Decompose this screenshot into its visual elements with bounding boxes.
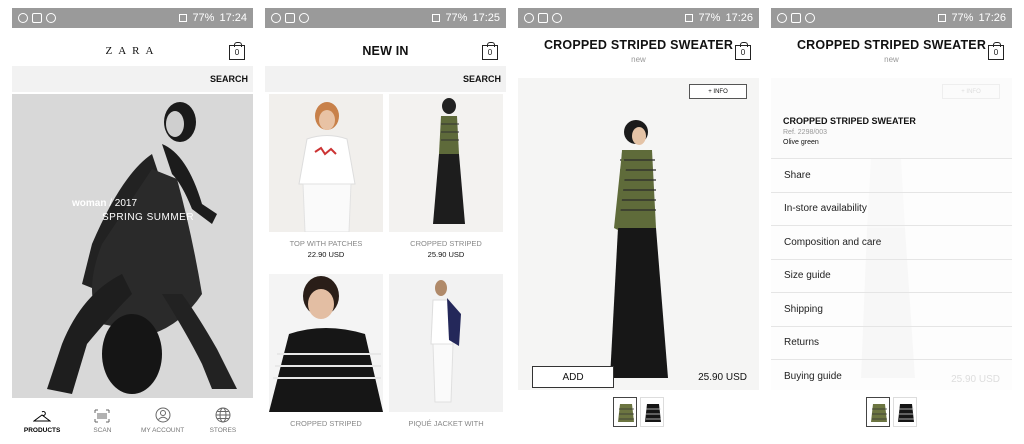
home-screen: 77% 17:24 ZARA 0 SEARCH woman / 2017 SPR… <box>12 8 253 436</box>
product-name: CROPPED STRIPED <box>410 239 482 248</box>
product-image[interactable] <box>269 274 383 412</box>
product-name: TOP WITH PATCHES <box>289 239 363 248</box>
search-bar[interactable]: SEARCH <box>265 66 506 92</box>
product-card[interactable]: CROPPED STRIPED <box>269 274 383 436</box>
app-header: CROPPED STRIPED SWEATER new 0 <box>771 28 1012 74</box>
product-card[interactable]: PIQUÉ JACKET WITH <box>389 274 503 436</box>
tab-bar: PRODUCTS SCAN MY ACCOUNT STORES <box>12 398 253 436</box>
menu-item-size-guide[interactable]: Size guide <box>771 258 1012 292</box>
tab-stores-label: STORES <box>209 427 237 434</box>
barcode-icon <box>94 409 110 423</box>
zara-logo[interactable]: ZARA <box>106 45 160 57</box>
new-in-screen: 77% 17:25 NEW IN 0 SEARCH TOP WITH PATCH… <box>265 8 506 436</box>
status-bar: 77% 17:26 <box>518 8 759 28</box>
color-swatches <box>518 397 759 427</box>
add-button[interactable]: ADD <box>532 366 614 388</box>
status-bar: 77% 17:24 <box>12 8 253 28</box>
product-info-screen: 77% 17:26 CROPPED STRIPED SWEATER new 0 … <box>771 8 1012 436</box>
signal-icon <box>432 14 441 22</box>
globe-icon <box>215 407 231 423</box>
product-color: Olive green <box>783 139 819 146</box>
status-bar: 77% 17:25 <box>265 8 506 28</box>
hero-season-line: woman / 2017 <box>72 198 137 209</box>
tab-stores[interactable]: STORES <box>193 398 253 436</box>
product-image[interactable] <box>518 78 759 390</box>
app-header: CROPPED STRIPED SWEATER new 0 <box>518 28 759 74</box>
menu-item-share[interactable]: Share <box>771 158 1012 192</box>
status-bar: 77% 17:26 <box>771 8 1012 28</box>
battery-level: 77% <box>192 12 215 24</box>
product-price: 25.90 USD <box>427 250 465 259</box>
hanger-icon <box>33 411 52 422</box>
swatch-olive[interactable] <box>866 397 890 427</box>
faded-price: 25.90 USD <box>951 374 1000 385</box>
page-title: CROPPED STRIPED SWEATER <box>796 38 987 52</box>
shopping-bag-icon[interactable]: 0 <box>229 42 245 60</box>
swatch-olive[interactable] <box>613 397 637 427</box>
hero-year: / 2017 <box>106 198 138 209</box>
tab-scan-label: SCAN <box>93 427 112 434</box>
product-card[interactable]: CROPPED STRIPED 25.90 USD <box>389 94 503 270</box>
tab-my-account[interactable]: MY ACCOUNT <box>133 398 193 436</box>
product-price: 25.90 USD <box>698 372 747 383</box>
hero-collection: SPRING SUMMER <box>102 212 195 223</box>
product-grid: TOP WITH PATCHES 22.90 USD CROPPED STRIP… <box>269 94 504 436</box>
clock: 17:26 <box>725 12 753 24</box>
new-badge: new <box>631 55 646 64</box>
hero-banner[interactable]: woman / 2017 SPRING SUMMER <box>12 94 253 398</box>
shopping-bag-icon[interactable]: 0 <box>482 42 498 60</box>
menu-item-returns[interactable]: Returns <box>771 325 1012 359</box>
page-title: CROPPED STRIPED SWEATER <box>543 38 734 52</box>
search-label[interactable]: SEARCH <box>463 74 501 84</box>
new-badge: new <box>884 55 899 64</box>
signal-icon <box>179 14 188 22</box>
hero-woman-label: woman <box>72 198 107 209</box>
menu-item-in-store-availability[interactable]: In-store availability <box>771 191 1012 225</box>
battery-level: 77% <box>951 12 974 24</box>
shopping-bag-icon[interactable]: 0 <box>735 42 751 60</box>
more-info-button[interactable]: + INFO <box>689 84 747 99</box>
product-price: 22.90 USD <box>307 250 345 259</box>
product-card[interactable]: TOP WITH PATCHES 22.90 USD <box>269 94 383 270</box>
product-reference: Ref. 2298/003 <box>783 129 827 136</box>
tab-my-account-label: MY ACCOUNT <box>141 427 185 434</box>
battery-level: 77% <box>698 12 721 24</box>
tab-products[interactable]: PRODUCTS <box>12 398 72 436</box>
signal-icon <box>938 14 947 22</box>
clock: 17:26 <box>978 12 1006 24</box>
product-image[interactable] <box>269 94 383 232</box>
page-title: NEW IN <box>362 44 409 58</box>
signal-icon <box>685 14 694 22</box>
tab-scan[interactable]: SCAN <box>72 398 132 436</box>
color-swatches <box>771 397 1012 427</box>
product-name: PIQUÉ JACKET WITH <box>408 419 484 428</box>
product-title: CROPPED STRIPED SWEATER <box>783 116 916 126</box>
account-icon <box>155 407 171 423</box>
search-bar[interactable]: SEARCH <box>12 66 253 92</box>
clock: 17:25 <box>472 12 500 24</box>
product-image[interactable] <box>389 94 503 232</box>
search-label[interactable]: SEARCH <box>210 74 248 84</box>
battery-level: 77% <box>445 12 468 24</box>
more-info-button[interactable]: + INFO <box>942 84 1000 99</box>
swatch-black[interactable] <box>893 397 917 427</box>
product-name: CROPPED STRIPED <box>290 419 362 428</box>
swatch-black[interactable] <box>640 397 664 427</box>
info-menu: Share In-store availability Composition … <box>771 158 1012 393</box>
product-detail-screen: 77% 17:26 CROPPED STRIPED SWEATER new 0 … <box>518 8 759 436</box>
shopping-bag-icon[interactable]: 0 <box>988 42 1004 60</box>
menu-item-composition-and-care[interactable]: Composition and care <box>771 225 1012 259</box>
tab-products-label: PRODUCTS <box>23 427 61 434</box>
product-image[interactable] <box>389 274 503 412</box>
clock: 17:24 <box>219 12 247 24</box>
menu-item-shipping[interactable]: Shipping <box>771 292 1012 326</box>
